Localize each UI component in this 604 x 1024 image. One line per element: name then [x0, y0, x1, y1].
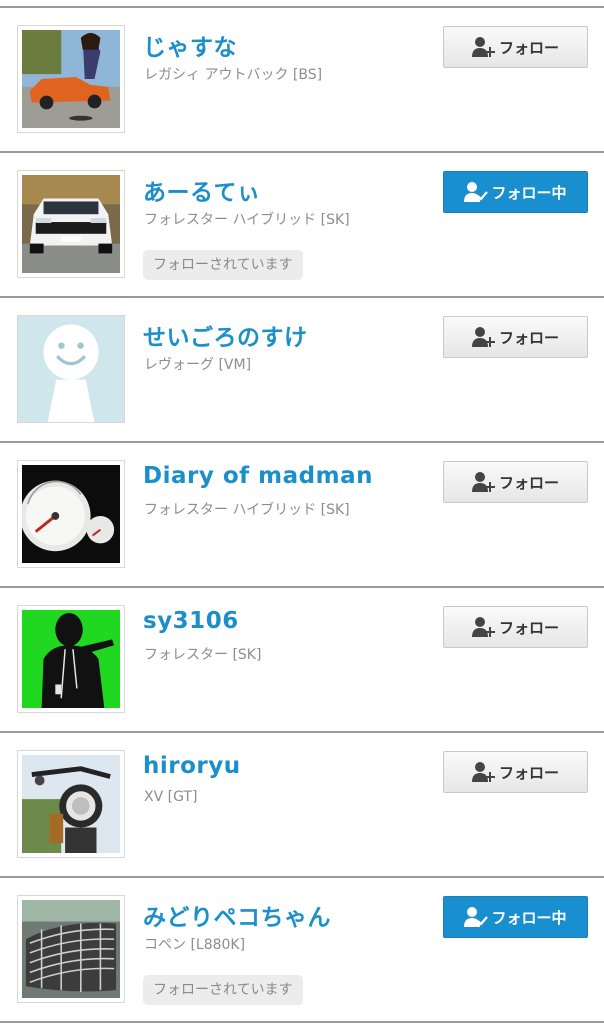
- user-row: あーるてぃ フォレスター ハイブリッド [SK] フォローされています フォロー…: [0, 153, 604, 298]
- user-check-icon: [464, 906, 489, 928]
- following-button-label: フォロー中: [491, 183, 567, 202]
- user-car: フォレスター ハイブリッド [SK]: [144, 212, 350, 228]
- follow-button[interactable]: フォロー: [443, 316, 588, 358]
- user-check-icon: [464, 181, 489, 203]
- follow-button[interactable]: フォロー: [443, 751, 588, 793]
- user-avatar[interactable]: [17, 895, 125, 1003]
- white-suv-photo-icon: [22, 175, 120, 273]
- follows-you-badge: フォローされています: [143, 975, 303, 1005]
- user-row: Diary of madman フォレスター ハイブリッド [SK] フォロー: [0, 443, 604, 588]
- follow-button-label: フォロー: [498, 38, 559, 57]
- user-avatar[interactable]: [17, 315, 125, 423]
- user-name[interactable]: せいごろのすけ: [143, 318, 308, 352]
- user-avatar[interactable]: [17, 605, 125, 713]
- user-row: みどりペコちゃん コペン [L880K] フォローされています フォロー中: [0, 878, 604, 1023]
- follow-button-label: フォロー: [498, 328, 559, 347]
- silhouette-green-photo-icon: [22, 610, 120, 708]
- user-plus-icon: [471, 471, 496, 493]
- user-plus-icon: [471, 761, 496, 783]
- following-button-label: フォロー中: [491, 908, 567, 927]
- user-name[interactable]: Diary of madman: [143, 463, 373, 489]
- user-plus-icon: [471, 326, 496, 348]
- car-grille-photo-icon: [22, 900, 120, 998]
- user-car: フォレスター ハイブリッド [SK]: [144, 502, 350, 518]
- user-car: レヴォーグ [VM]: [144, 357, 252, 373]
- motorcycle-photo-icon: [22, 755, 120, 853]
- user-avatar[interactable]: [17, 460, 125, 568]
- user-name[interactable]: みどりペコちゃん: [143, 898, 331, 932]
- follow-button[interactable]: フォロー: [443, 461, 588, 503]
- user-car: XV [GT]: [144, 789, 198, 805]
- user-car: フォレスター [SK]: [144, 647, 262, 663]
- follow-button[interactable]: フォロー: [443, 26, 588, 68]
- default-avatar-icon: [18, 316, 124, 422]
- follow-button-label: フォロー: [498, 618, 559, 637]
- user-name[interactable]: あーるてぃ: [143, 173, 261, 207]
- follows-you-badge: フォローされています: [143, 250, 303, 280]
- user-row: hiroryu XV [GT] フォロー: [0, 733, 604, 878]
- user-plus-icon: [471, 616, 496, 638]
- follow-button[interactable]: フォロー: [443, 606, 588, 648]
- following-button[interactable]: フォロー中: [443, 171, 588, 213]
- user-row: sy3106 フォレスター [SK] フォロー: [0, 588, 604, 733]
- user-plus-icon: [471, 36, 496, 58]
- user-avatar[interactable]: [17, 750, 125, 858]
- user-row: せいごろのすけ レヴォーグ [VM] フォロー: [0, 298, 604, 443]
- user-avatar[interactable]: [17, 170, 125, 278]
- user-name[interactable]: sy3106: [143, 608, 239, 634]
- follow-button-label: フォロー: [498, 473, 559, 492]
- user-car: レガシィ アウトバック [BS]: [144, 67, 323, 83]
- user-row: じゃすな レガシィ アウトバック [BS] フォロー: [0, 8, 604, 153]
- user-name[interactable]: じゃすな: [143, 28, 237, 62]
- orange-car-photo-icon: [22, 30, 120, 128]
- speedometer-photo-icon: [22, 465, 120, 563]
- following-button[interactable]: フォロー中: [443, 896, 588, 938]
- user-name[interactable]: hiroryu: [143, 753, 241, 779]
- user-avatar[interactable]: [17, 25, 125, 133]
- user-car: コペン [L880K]: [144, 937, 246, 953]
- follow-button-label: フォロー: [498, 763, 559, 782]
- user-list: じゃすな レガシィ アウトバック [BS] フォロー あーるてぃ フォレスター …: [0, 6, 604, 1023]
